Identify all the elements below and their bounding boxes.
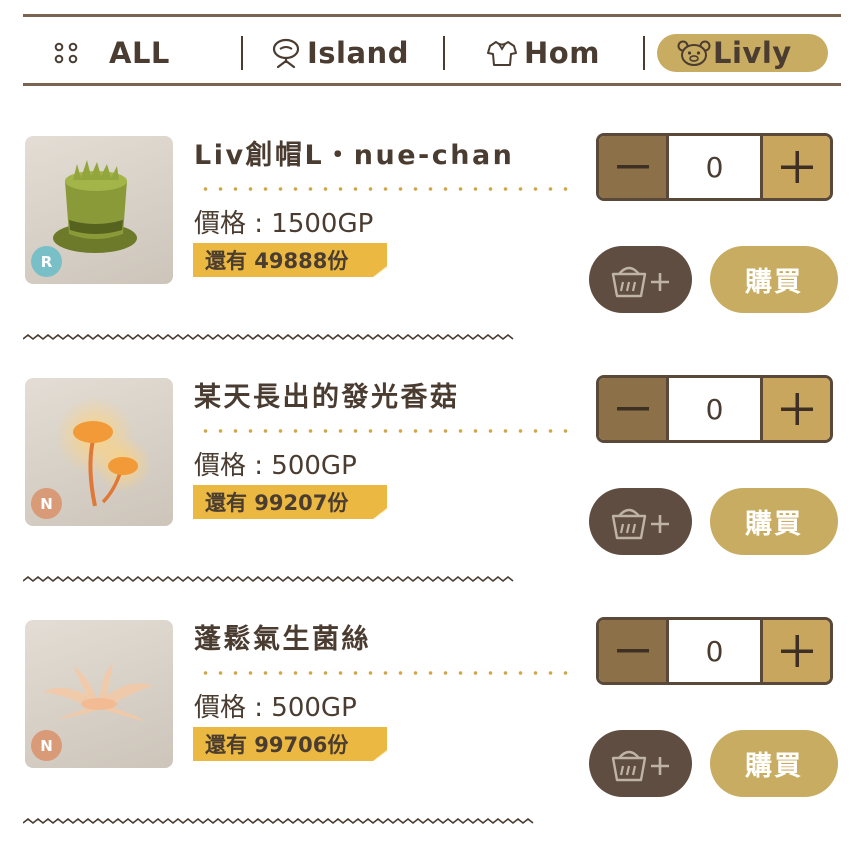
tab-livly-label: Livly <box>713 36 792 70</box>
stock-text: 還有 99207份 <box>205 491 349 515</box>
quantity-value[interactable]: 0 <box>669 620 760 682</box>
stock-label: 還有 49888份 <box>193 243 387 277</box>
add-to-cart-button[interactable] <box>589 246 692 313</box>
item-name: 蓬鬆氣生菌絲 <box>194 624 371 655</box>
item-price: 價格 : 1500GP <box>194 209 374 239</box>
increase-button[interactable] <box>760 136 830 198</box>
quantity-stepper: 0 <box>596 375 833 443</box>
item-name: Liv創帽L・nue-chan <box>194 140 515 171</box>
dotted-divider <box>198 428 578 434</box>
decrease-button[interactable] <box>599 378 669 440</box>
livly-face-icon <box>677 39 711 67</box>
buy-button[interactable]: 購買 <box>710 730 838 797</box>
stock-fold <box>373 750 387 761</box>
plus-icon <box>780 635 813 667</box>
tab-divider <box>643 36 645 70</box>
shop-item: R Liv創帽L・nue-chan 價格 : 1500GP 還有 49888份 … <box>0 121 864 362</box>
decrease-button[interactable] <box>599 620 669 682</box>
add-to-cart-button[interactable] <box>589 730 692 797</box>
stock-label: 還有 99207份 <box>193 485 387 519</box>
item-name: 某天長出的發光香菇 <box>194 382 460 413</box>
stock-label: 還有 99706份 <box>193 727 387 761</box>
quantity-value[interactable]: 0 <box>669 136 760 198</box>
stock-fold <box>373 508 387 519</box>
shop-item: N 蓬鬆氣生菌絲 價格 : 500GP 還有 99706份 0 購買 <box>0 605 864 846</box>
basket-plus-icon <box>611 750 669 781</box>
tab-divider <box>241 36 243 70</box>
rarity-badge: N <box>31 730 62 761</box>
wavy-divider <box>23 818 534 825</box>
item-thumbnail[interactable]: N <box>25 620 173 768</box>
minus-icon <box>616 407 649 411</box>
increase-button[interactable] <box>760 620 830 682</box>
item-thumbnail[interactable]: R <box>25 136 173 284</box>
buy-button[interactable]: 購買 <box>710 246 838 313</box>
basket-plus-icon <box>611 508 669 539</box>
tab-all[interactable]: ALL <box>53 34 170 72</box>
dotted-divider <box>198 670 578 676</box>
rarity-badge: N <box>31 488 62 519</box>
tree-icon <box>271 37 301 69</box>
minus-icon <box>616 649 649 653</box>
tab-hom[interactable]: Hom <box>486 34 600 72</box>
shop-item: N 某天長出的發光香菇 價格 : 500GP 還有 99207份 0 購買 <box>0 363 864 604</box>
increase-button[interactable] <box>760 378 830 440</box>
plus-icon <box>780 151 813 183</box>
wavy-divider <box>23 576 514 583</box>
tab-all-label: ALL <box>109 36 170 70</box>
stock-text: 還有 49888份 <box>205 249 349 273</box>
rarity-badge: R <box>31 246 62 277</box>
quantity-value[interactable]: 0 <box>669 378 760 440</box>
tab-island-label: Island <box>307 36 409 70</box>
shirt-icon <box>486 39 518 67</box>
tab-divider <box>443 36 445 70</box>
basket-plus-icon <box>611 266 669 297</box>
tab-livly[interactable]: Livly <box>657 34 828 72</box>
item-thumbnail[interactable]: N <box>25 378 173 526</box>
item-price: 價格 : 500GP <box>194 693 357 723</box>
stock-text: 還有 99706份 <box>205 733 349 757</box>
buy-button[interactable]: 購買 <box>710 488 838 555</box>
add-to-cart-button[interactable] <box>589 488 692 555</box>
dotted-divider <box>198 186 578 192</box>
category-tab-bar: ALL Island Hom Livly <box>23 14 841 86</box>
stock-fold <box>373 266 387 277</box>
item-price: 價格 : 500GP <box>194 451 357 481</box>
quantity-stepper: 0 <box>596 133 833 201</box>
dots-grid-icon <box>53 42 79 64</box>
tab-hom-label: Hom <box>524 36 600 70</box>
tab-island[interactable]: Island <box>271 34 409 72</box>
plus-icon <box>780 393 813 425</box>
quantity-stepper: 0 <box>596 617 833 685</box>
decrease-button[interactable] <box>599 136 669 198</box>
wavy-divider <box>23 334 514 341</box>
minus-icon <box>616 165 649 169</box>
